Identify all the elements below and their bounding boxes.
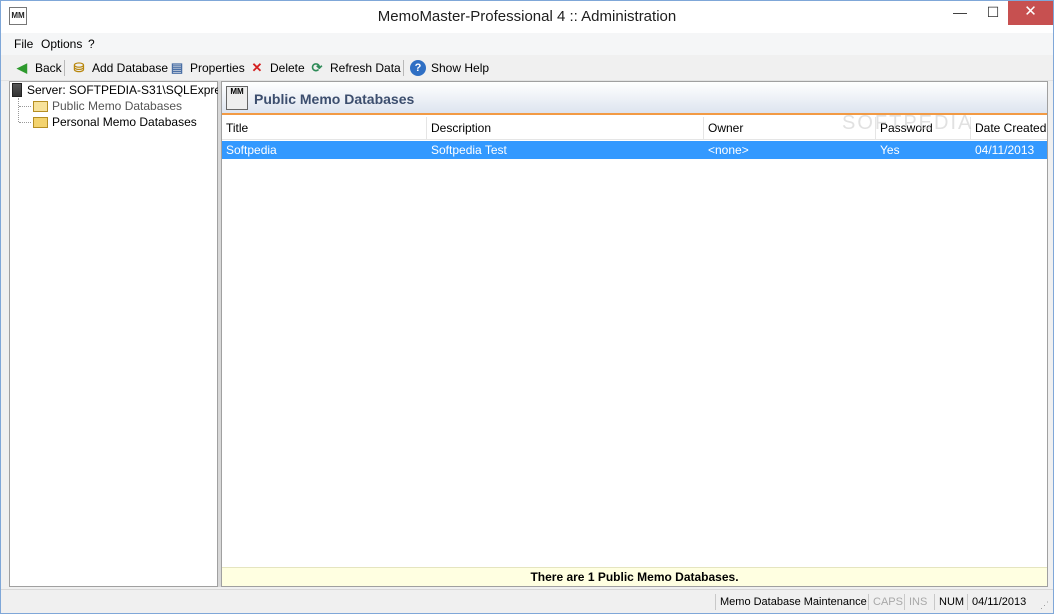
watermark-logo: SOFTPEDIA bbox=[842, 112, 974, 134]
menu-bar: File Options ? bbox=[1, 33, 1053, 55]
back-label: Back bbox=[35, 61, 62, 75]
server-icon bbox=[12, 83, 22, 97]
add-database-label: Add Database bbox=[92, 61, 169, 75]
cell-description: Softpedia Test bbox=[431, 143, 507, 157]
public-databases-label: Public Memo Databases bbox=[52, 99, 183, 113]
status-caps: CAPS bbox=[868, 594, 907, 610]
window-title: MemoMaster-Professional 4 :: Administrat… bbox=[377, 8, 677, 25]
memo-database-icon: MM bbox=[226, 86, 248, 110]
tree-connector bbox=[19, 106, 31, 107]
back-arrow-icon: ◀ bbox=[17, 60, 27, 75]
tree-connector bbox=[19, 122, 31, 123]
maximize-button[interactable]: ☐ bbox=[979, 1, 1007, 25]
column-header-description[interactable]: Description bbox=[427, 117, 704, 140]
back-button[interactable]: ◀ Back bbox=[14, 59, 62, 77]
column-header-date-created[interactable]: Date Created bbox=[971, 117, 1047, 140]
folder-icon bbox=[33, 116, 48, 128]
delete-button[interactable]: ✕ Delete bbox=[249, 59, 305, 77]
toolbar-separator bbox=[403, 60, 404, 76]
server-label: Server: SOFTPEDIA-S31\SQLExpress bbox=[27, 83, 234, 97]
cell-date-created: 04/11/2013 bbox=[975, 143, 1035, 157]
menu-help[interactable]: ? bbox=[88, 37, 95, 51]
app-window: MM MemoMaster-Professional 4 :: Administ… bbox=[0, 0, 1054, 614]
help-icon: ? bbox=[410, 60, 426, 76]
refresh-icon: ⟳ bbox=[311, 60, 323, 75]
tree-connector bbox=[18, 98, 19, 122]
cell-password: Yes bbox=[880, 143, 900, 157]
toolbar: ◀ Back ⛁ Add Database ▤ Properties ✕ Del… bbox=[1, 55, 1053, 81]
menu-file[interactable]: File bbox=[14, 37, 33, 51]
delete-x-icon: ✕ bbox=[251, 60, 263, 75]
show-help-button[interactable]: ? Show Help bbox=[410, 59, 489, 77]
database-add-icon: ⛁ bbox=[73, 60, 85, 75]
tree-node-server[interactable]: Server: SOFTPEDIA-S31\SQLExpress bbox=[12, 83, 233, 97]
summary-bar: There are 1 Public Memo Databases. bbox=[222, 567, 1047, 586]
tree-node-personal-databases[interactable]: Personal Memo Databases bbox=[33, 115, 197, 129]
add-database-button[interactable]: ⛁ Add Database bbox=[71, 59, 169, 77]
toolbar-separator bbox=[64, 60, 65, 76]
status-main: Memo Database Maintenance bbox=[715, 594, 871, 610]
menu-options[interactable]: Options bbox=[41, 37, 82, 51]
status-date: 04/11/2013 bbox=[967, 594, 1030, 610]
tree-node-public-databases[interactable]: Public Memo Databases bbox=[33, 99, 182, 113]
close-button[interactable]: ✕ bbox=[1008, 1, 1053, 25]
resize-grip-icon[interactable]: ⋰ bbox=[1040, 600, 1049, 611]
cell-title: Softpedia bbox=[226, 143, 277, 157]
tree-pane: Server: SOFTPEDIA-S31\SQLExpress Public … bbox=[9, 81, 233, 587]
personal-databases-label: Personal Memo Databases bbox=[52, 115, 197, 129]
delete-label: Delete bbox=[270, 61, 305, 75]
properties-icon: ▤ bbox=[170, 60, 184, 75]
cell-owner: <none> bbox=[708, 143, 749, 157]
show-help-label: Show Help bbox=[431, 61, 490, 75]
table-row[interactable]: Softpedia Softpedia Test <none> Yes 04/1… bbox=[222, 141, 1047, 159]
title-bar[interactable]: MM MemoMaster-Professional 4 :: Administ… bbox=[1, 1, 1053, 33]
database-list-pane: MM Public Memo Databases Title Descripti… bbox=[221, 81, 1048, 587]
pane-header: MM Public Memo Databases bbox=[222, 82, 1047, 115]
pane-title: Public Memo Databases bbox=[254, 91, 415, 107]
refresh-data-button[interactable]: ⟳ Refresh Data bbox=[309, 59, 401, 77]
refresh-data-label: Refresh Data bbox=[330, 61, 401, 75]
minimize-button[interactable]: — bbox=[946, 1, 974, 25]
status-bar: Memo Database Maintenance CAPS INS NUM 0… bbox=[1, 589, 1053, 613]
status-ins: INS bbox=[904, 594, 931, 610]
column-header-title[interactable]: Title bbox=[222, 117, 427, 140]
folder-open-icon bbox=[33, 100, 48, 112]
status-num: NUM bbox=[934, 594, 968, 610]
properties-button[interactable]: ▤ Properties bbox=[169, 59, 245, 77]
properties-label: Properties bbox=[190, 61, 245, 75]
